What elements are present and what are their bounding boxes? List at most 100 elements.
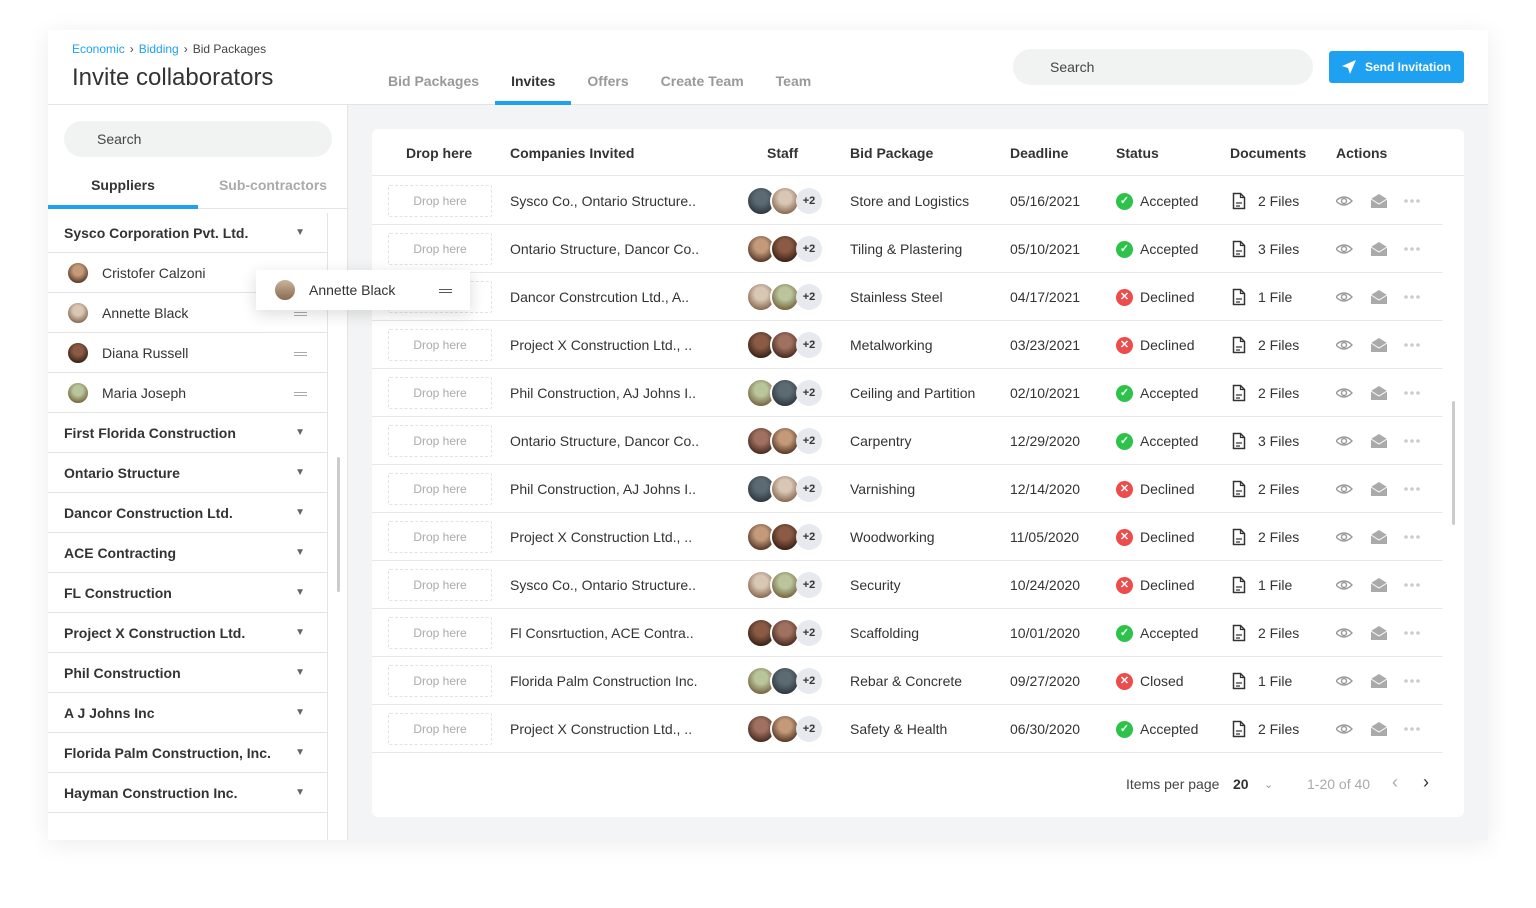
documents-link[interactable]: 2 Files <box>1258 529 1299 545</box>
documents-link[interactable]: 2 Files <box>1258 337 1299 353</box>
more-options-icon[interactable] <box>1404 439 1420 443</box>
drop-zone[interactable]: Drop here <box>388 377 492 409</box>
documents-link[interactable]: 2 Files <box>1258 721 1299 737</box>
breadcrumb-economic[interactable]: Economic <box>72 42 125 56</box>
drop-zone[interactable]: Drop here <box>388 233 492 265</box>
chevron-down-icon[interactable]: ▼ <box>295 573 305 613</box>
drop-zone[interactable]: Drop here <box>388 665 492 697</box>
supplier-group[interactable]: A J Johns Inc ▼ <box>48 693 327 733</box>
supplier-group[interactable]: Hayman Construction Inc. ▼ <box>48 773 327 813</box>
documents-link[interactable]: 2 Files <box>1258 481 1299 497</box>
drop-zone[interactable]: Drop here <box>388 185 492 217</box>
items-per-page-select[interactable]: 20 <box>1233 776 1249 792</box>
envelope-open-icon[interactable] <box>1370 530 1388 544</box>
supplier-group[interactable]: FL Construction ▼ <box>48 573 327 613</box>
more-options-icon[interactable] <box>1404 535 1420 539</box>
envelope-open-icon[interactable] <box>1370 434 1388 448</box>
more-options-icon[interactable] <box>1404 727 1420 731</box>
envelope-open-icon[interactable] <box>1370 290 1388 304</box>
supplier-group[interactable]: Ontario Structure ▼ <box>48 453 327 493</box>
supplier-group[interactable]: Sysco Corporation Pvt. Ltd. ▼ <box>48 213 327 253</box>
sidebar-scrollbar[interactable] <box>337 457 340 592</box>
documents-link[interactable]: 2 Files <box>1258 193 1299 209</box>
documents-link[interactable]: 1 File <box>1258 577 1292 593</box>
staff-avatars[interactable]: +2 <box>746 474 826 504</box>
staff-avatars[interactable]: +2 <box>746 714 826 744</box>
staff-avatars[interactable]: +2 <box>746 234 826 264</box>
more-options-icon[interactable] <box>1404 295 1420 299</box>
envelope-open-icon[interactable] <box>1370 626 1388 640</box>
drop-zone[interactable]: Drop here <box>388 617 492 649</box>
staff-avatars[interactable]: +2 <box>746 186 826 216</box>
staff-avatars[interactable]: +2 <box>746 618 826 648</box>
more-options-icon[interactable] <box>1404 583 1420 587</box>
staff-avatars[interactable]: +2 <box>746 282 826 312</box>
view-eye-icon[interactable] <box>1336 196 1353 206</box>
person-item[interactable]: Diana Russell <box>48 333 327 373</box>
supplier-group[interactable]: Florida Palm Construction, Inc. ▼ <box>48 733 327 773</box>
envelope-open-icon[interactable] <box>1370 578 1388 592</box>
drop-zone[interactable]: Drop here <box>388 473 492 505</box>
envelope-open-icon[interactable] <box>1370 722 1388 736</box>
breadcrumb-bidding[interactable]: Bidding <box>139 42 179 56</box>
chevron-down-icon[interactable]: ▼ <box>295 613 305 653</box>
sidebar-search-input[interactable]: Search <box>64 121 332 157</box>
tab-team[interactable]: Team <box>760 58 828 105</box>
staff-avatars[interactable]: +2 <box>746 522 826 552</box>
staff-avatars[interactable]: +2 <box>746 666 826 696</box>
envelope-open-icon[interactable] <box>1370 194 1388 208</box>
staff-avatars[interactable]: +2 <box>746 378 826 408</box>
more-options-icon[interactable] <box>1404 391 1420 395</box>
chevron-down-icon[interactable]: ▼ <box>295 493 305 533</box>
envelope-open-icon[interactable] <box>1370 482 1388 496</box>
chevron-down-icon[interactable]: ▼ <box>295 733 305 773</box>
more-options-icon[interactable] <box>1404 631 1420 635</box>
more-options-icon[interactable] <box>1404 679 1420 683</box>
view-eye-icon[interactable] <box>1336 676 1353 686</box>
supplier-group[interactable]: ACE Contracting ▼ <box>48 533 327 573</box>
supplier-group[interactable]: Project X Construction Ltd. ▼ <box>48 613 327 653</box>
drag-handle-icon[interactable] <box>439 289 452 293</box>
chevron-down-icon[interactable]: ▼ <box>295 533 305 573</box>
chevron-down-icon[interactable]: ⌄ <box>1264 778 1273 791</box>
header-search-input[interactable]: Search <box>1013 49 1313 85</box>
tab-bid-packages[interactable]: Bid Packages <box>372 58 495 105</box>
drop-zone[interactable]: Drop here <box>388 329 492 361</box>
chevron-down-icon[interactable]: ▼ <box>295 653 305 693</box>
documents-link[interactable]: 1 File <box>1258 289 1292 305</box>
drop-zone[interactable]: Drop here <box>388 713 492 745</box>
chevron-down-icon[interactable]: ▼ <box>295 693 305 733</box>
tab-offers[interactable]: Offers <box>571 58 644 105</box>
drag-handle-icon[interactable] <box>294 352 307 356</box>
view-eye-icon[interactable] <box>1336 532 1353 542</box>
drag-handle-icon[interactable] <box>294 312 307 316</box>
documents-link[interactable]: 3 Files <box>1258 433 1299 449</box>
chevron-down-icon[interactable]: ▼ <box>295 413 305 453</box>
documents-link[interactable]: 2 Files <box>1258 625 1299 641</box>
more-options-icon[interactable] <box>1404 247 1420 251</box>
documents-link[interactable]: 3 Files <box>1258 241 1299 257</box>
supplier-group[interactable]: Phil Construction ▼ <box>48 653 327 693</box>
staff-avatars[interactable]: +2 <box>746 426 826 456</box>
view-eye-icon[interactable] <box>1336 244 1353 254</box>
table-scrollbar[interactable] <box>1452 401 1455 525</box>
envelope-open-icon[interactable] <box>1370 386 1388 400</box>
drop-zone[interactable]: Drop here <box>388 425 492 457</box>
tab-sub-contractors[interactable]: Sub-contractors <box>198 169 348 208</box>
drop-zone[interactable]: Drop here <box>388 521 492 553</box>
envelope-open-icon[interactable] <box>1370 674 1388 688</box>
chevron-down-icon[interactable]: ▼ <box>295 773 305 813</box>
send-invitation-button[interactable]: Send Invitation <box>1329 51 1464 83</box>
view-eye-icon[interactable] <box>1336 292 1353 302</box>
next-page-icon[interactable]: › <box>1423 772 1429 793</box>
view-eye-icon[interactable] <box>1336 724 1353 734</box>
staff-avatars[interactable]: +2 <box>746 330 826 360</box>
envelope-open-icon[interactable] <box>1370 242 1388 256</box>
view-eye-icon[interactable] <box>1336 388 1353 398</box>
tab-suppliers[interactable]: Suppliers <box>48 169 198 209</box>
chevron-down-icon[interactable]: ▼ <box>295 213 305 253</box>
chevron-down-icon[interactable]: ▼ <box>295 453 305 493</box>
drag-handle-icon[interactable] <box>294 392 307 396</box>
view-eye-icon[interactable] <box>1336 340 1353 350</box>
envelope-open-icon[interactable] <box>1370 338 1388 352</box>
